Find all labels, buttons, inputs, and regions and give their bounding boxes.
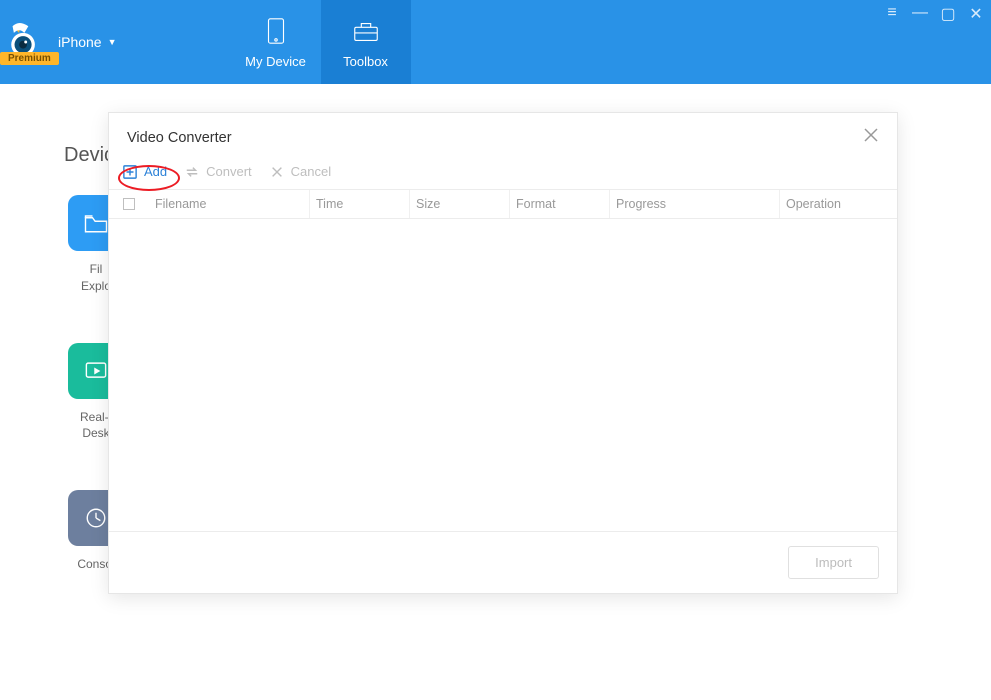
col-progress[interactable]: Progress	[609, 190, 779, 218]
dialog-footer: Import	[109, 531, 897, 593]
tab-toolbox[interactable]: Toolbox	[321, 0, 411, 84]
minimize-icon[interactable]: —	[911, 4, 929, 24]
action-bar: Add Convert Cancel	[109, 148, 897, 189]
console-icon	[82, 504, 110, 532]
tablet-icon	[261, 16, 291, 46]
convert-label: Convert	[206, 164, 252, 179]
plus-square-icon	[123, 165, 137, 179]
select-all-checkbox[interactable]	[123, 198, 135, 210]
convert-icon	[185, 165, 199, 179]
nav-tabs: My Device Toolbox	[231, 0, 411, 84]
col-operation[interactable]: Operation	[779, 190, 897, 218]
table-header: Filename Time Size Format Progress Opera…	[109, 189, 897, 219]
tab-label: My Device	[245, 54, 306, 69]
close-button[interactable]	[863, 127, 879, 148]
dialog-title: Video Converter	[127, 130, 232, 146]
folder-icon	[82, 209, 110, 237]
cancel-label: Cancel	[291, 164, 331, 179]
col-filename[interactable]: Filename	[149, 190, 309, 218]
chevron-down-icon: ▼	[108, 37, 117, 47]
toolbox-icon	[351, 16, 381, 46]
tile-label: FilExplo	[81, 261, 111, 295]
add-label: Add	[144, 164, 167, 179]
video-converter-dialog: Video Converter Add Convert Cancel Filen…	[108, 112, 898, 594]
play-icon	[82, 357, 110, 385]
col-format[interactable]: Format	[509, 190, 609, 218]
col-time[interactable]: Time	[309, 190, 409, 218]
dialog-header: Video Converter	[109, 113, 897, 148]
add-button[interactable]: Add	[123, 164, 167, 179]
device-label: iPhone	[58, 34, 102, 50]
maximize-icon[interactable]: ▢	[939, 4, 957, 24]
table-body	[109, 219, 897, 531]
logo-block: iPhone ▼ Premium	[0, 0, 131, 84]
window-close-icon[interactable]: ✕	[967, 4, 985, 24]
premium-badge: Premium	[0, 52, 59, 65]
app-header: iPhone ▼ Premium My Device Toolbox ≡ — ▢…	[0, 0, 991, 84]
cancel-button[interactable]: Cancel	[270, 164, 331, 179]
device-selector[interactable]: iPhone ▼	[58, 34, 117, 50]
menu-icon[interactable]: ≡	[883, 4, 901, 24]
x-icon	[270, 165, 284, 179]
tab-my-device[interactable]: My Device	[231, 0, 321, 84]
import-button[interactable]: Import	[788, 546, 879, 579]
convert-button[interactable]: Convert	[185, 164, 252, 179]
window-controls: ≡ — ▢ ✕	[877, 0, 991, 28]
close-icon	[863, 127, 879, 143]
col-size[interactable]: Size	[409, 190, 509, 218]
tab-label: Toolbox	[343, 54, 388, 69]
